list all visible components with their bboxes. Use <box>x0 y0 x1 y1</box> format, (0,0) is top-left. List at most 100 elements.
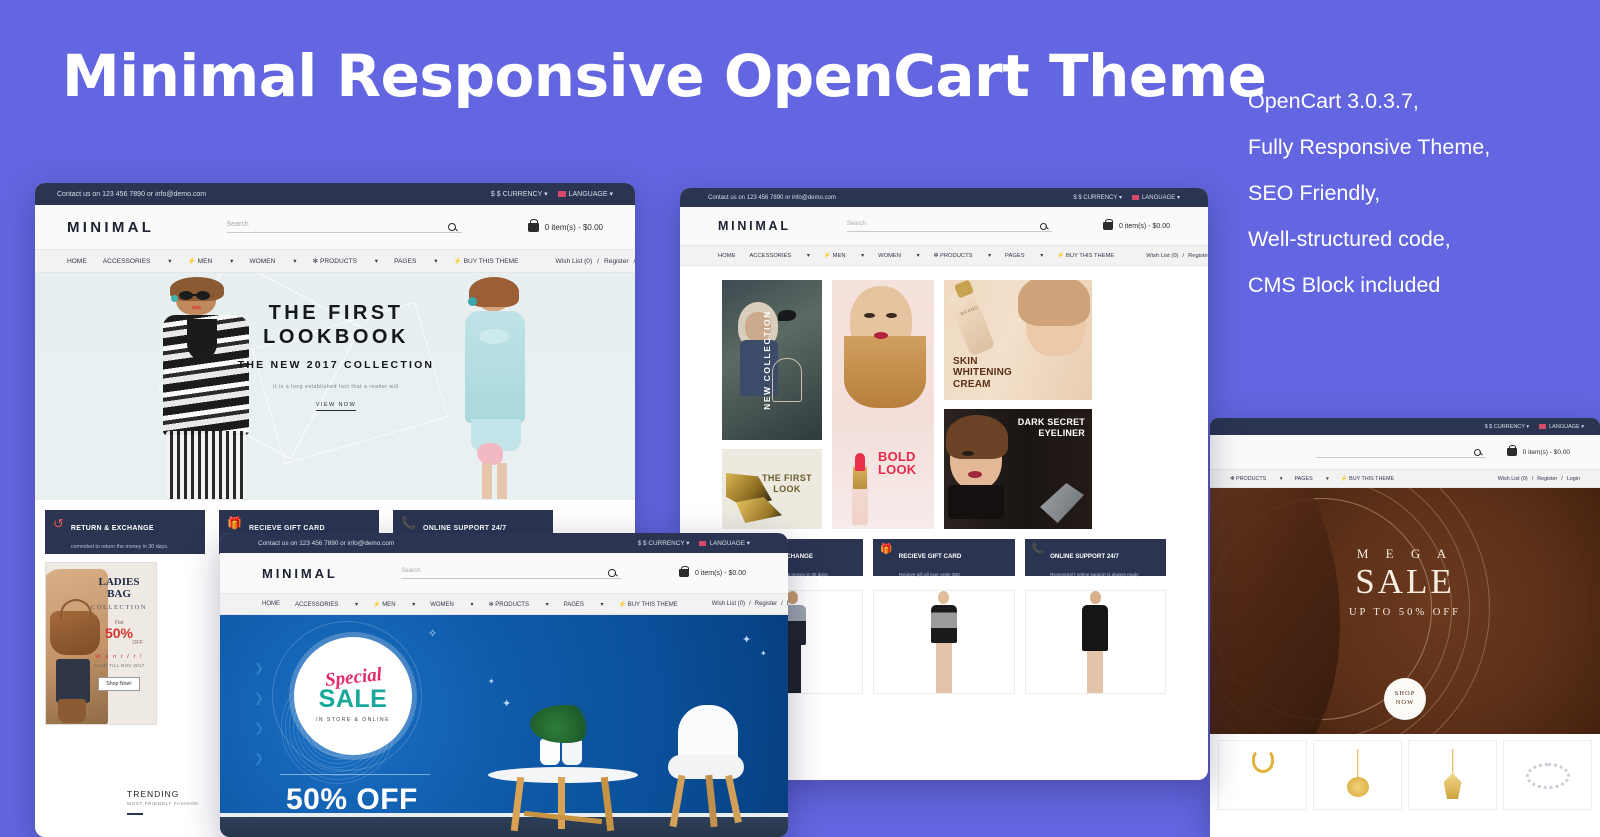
search-form[interactable]: Search <box>401 567 622 579</box>
search-form[interactable] <box>1315 447 1486 458</box>
nav-item-buy-this-theme[interactable]: ⚡ BUY THIS THEME <box>619 601 693 608</box>
shop-now-button[interactable]: SHOP NOW <box>1384 678 1426 720</box>
page-title: Minimal Responsive OpenCart Theme <box>62 42 1267 110</box>
special-sale-badge: Special SALE IN STORE & ONLINE <box>294 637 412 755</box>
shop-now-button[interactable]: Shop Now! <box>98 676 140 691</box>
banner-dark-secret-eyeliner[interactable]: DARK SECRET EYELINER <box>944 409 1092 529</box>
nav-item-products[interactable]: ✻ PRODUCTS ▾ <box>934 253 992 259</box>
nav-item-women[interactable]: WOMEN ▾ <box>249 257 296 265</box>
service-gift-card[interactable]: 🎁 RECIEVE GIFT CARD Recieve gift all ove… <box>873 539 1015 577</box>
hero-text: THE FIRST LOOKBOOK THE NEW 2017 COLLECTI… <box>220 301 452 411</box>
product-tile[interactable] <box>1313 740 1402 810</box>
return-arrow-icon: ↺ <box>53 516 64 531</box>
pendant-icon <box>1443 773 1462 799</box>
product-tile[interactable] <box>873 590 1015 694</box>
wish-list-link[interactable]: Wish List (0) <box>712 601 745 607</box>
nav-item-men[interactable]: ⚡ MEN ▾ <box>188 257 234 265</box>
nav-item-products[interactable]: ✻ PRODUCTS ▾ <box>489 601 549 608</box>
nav-item-products[interactable]: ✻ PRODUCTS ▾ <box>313 257 379 265</box>
currency-selector[interactable]: $ $ CURRENCY ▾ <box>1073 194 1122 201</box>
product-tile[interactable] <box>1024 590 1166 694</box>
separator: / <box>597 257 600 265</box>
product-tile[interactable] <box>1503 740 1592 810</box>
language-selector[interactable]: LANGUAGE ▾ <box>699 539 750 547</box>
search-form[interactable]: Search <box>846 221 1052 232</box>
currency-selector[interactable]: $ $ CURRENCY ▾ <box>638 539 690 547</box>
special-sale-banner[interactable]: ❯ ❯ ❯ ❯ ✧ ✦ ✦ ✦ ✦ Special SALE IN STORE … <box>220 615 788 837</box>
nav-item-buy-this-theme[interactable]: ⚡ BUY THIS THEME <box>1341 476 1406 482</box>
store-logo[interactable]: MINIMAL <box>262 566 338 581</box>
store-logo[interactable]: MINIMAL <box>67 219 154 236</box>
nav-item-home[interactable]: HOME <box>262 601 280 607</box>
register-link[interactable]: Register <box>1537 476 1557 482</box>
product-tile[interactable] <box>1408 740 1497 810</box>
feature-item-2: SEO Friendly, <box>1248 181 1381 205</box>
nav-item-pages[interactable]: PAGES ▾ <box>1294 476 1328 482</box>
hero-lookbook-banner[interactable]: THE FIRST LOOKBOOK THE NEW 2017 COLLECTI… <box>35 273 635 500</box>
nav-item-accessories[interactable]: ACCESSORIES ▾ <box>295 601 358 608</box>
nav-item-women[interactable]: WOMEN ▾ <box>878 253 919 259</box>
nav-item-pages[interactable]: PAGES ▾ <box>394 257 437 265</box>
wish-list-link[interactable]: Wish List (0) <box>556 258 593 265</box>
search-icon[interactable] <box>608 569 616 577</box>
register-link[interactable]: Register <box>1188 253 1208 259</box>
nav-item-buy-this-theme[interactable]: ⚡ BUY THIS THEME <box>1057 253 1128 259</box>
language-selector[interactable]: LANGUAGE ▾ <box>557 190 613 198</box>
service-return-exchange[interactable]: ↺ RETURN & EXCHANGE commited to return t… <box>45 510 205 554</box>
banner-skin-whitening-cream[interactable]: BRAND SKIN WHITENING CREAM <box>944 280 1092 400</box>
search-icon[interactable] <box>447 223 456 231</box>
login-link[interactable]: Login <box>1567 476 1580 482</box>
banner-label: THE FIRST LOOK <box>761 473 813 494</box>
nav-item-men[interactable]: ⚡ MEN ▾ <box>373 601 415 608</box>
currency-selector[interactable]: $ $ CURRENCY ▾ <box>491 190 548 198</box>
mega-sale-banner[interactable]: M E G A SALE UP TO 50% OFF SHOP NOW <box>1210 488 1600 734</box>
nav-item-accessories[interactable]: ACCESSORIES ▾ <box>749 253 809 259</box>
view-now-button[interactable]: VIEW NOW <box>315 402 357 411</box>
search-icon[interactable] <box>1473 448 1481 456</box>
cart-button[interactable]: 0 item(s) - $0.00 <box>527 219 603 232</box>
banner-the-first-look[interactable]: THE FIRST LOOK <box>722 449 822 529</box>
trending-section: TRENDING MOST FRIENDLY FASHION <box>123 775 198 815</box>
cart-button[interactable]: 0 item(s) - $0.00 <box>1506 445 1570 456</box>
search-input[interactable] <box>1315 447 1486 458</box>
service-title: RECIEVE GIFT CARD <box>898 553 962 560</box>
search-icon[interactable] <box>1039 222 1047 230</box>
separator: / <box>781 601 783 607</box>
banner-bold-look[interactable]: BOLD LOOK <box>832 280 934 529</box>
wish-list-link[interactable]: Wish List (0) <box>1146 253 1178 259</box>
register-link[interactable]: Register <box>755 601 777 607</box>
search-input[interactable]: Search <box>846 221 1052 232</box>
mega-sale-line2: SALE <box>1355 562 1455 601</box>
nav-item-home[interactable]: HOME <box>718 253 735 259</box>
sparkle-icon: ✦ <box>742 634 752 646</box>
product-tile[interactable] <box>1218 740 1307 810</box>
nav-item-pages[interactable]: PAGES ▾ <box>564 601 604 608</box>
nav-item-home[interactable]: HOME <box>67 258 87 265</box>
sparkle-icon: ✦ <box>760 649 767 658</box>
service-subtitle: Recieve gift all over order $50 <box>898 572 960 577</box>
search-form[interactable]: Search <box>226 221 462 233</box>
cart-button[interactable]: 0 item(s) - $0.00 <box>1103 219 1170 230</box>
nav-item-buy-this-theme[interactable]: ⚡ BUY THIS THEME <box>454 257 535 265</box>
hero-line1: THE FIRST <box>268 302 404 324</box>
nav-item-men[interactable]: ⚡ MEN ▾ <box>824 253 864 259</box>
currency-selector[interactable]: $ $ CURRENCY ▾ <box>1485 424 1530 430</box>
chevron-right-icon: ❯ <box>254 661 265 675</box>
ladies-bag-promo[interactable]: LADIES BAG COLLECTION Flat 50% OFF W a n… <box>45 562 157 725</box>
cart-button[interactable]: 0 item(s) - $0.00 <box>679 566 746 577</box>
search-input[interactable]: Search <box>401 567 622 579</box>
banner-new-collection[interactable]: NEW COLLECTION <box>722 280 822 440</box>
nav-item-pages[interactable]: PAGES ▾ <box>1005 253 1043 259</box>
wish-list-link[interactable]: Wish List (0) <box>1498 476 1528 482</box>
register-link[interactable]: Register <box>604 258 629 265</box>
language-selector[interactable]: LANGUAGE ▾ <box>1131 194 1180 201</box>
flag-icon <box>1539 423 1547 429</box>
search-input[interactable]: Search <box>226 221 462 233</box>
nav-item-accessories[interactable]: ACCESSORIES ▾ <box>103 257 172 265</box>
language-selector[interactable]: LANGUAGE ▾ <box>1539 424 1584 430</box>
service-online-support[interactable]: 📞 ONLINE SUPPORT 24/7 Recieve24/7 online… <box>1024 539 1166 577</box>
store-logo[interactable]: MINIMAL <box>718 219 791 233</box>
nav-item-women[interactable]: WOMEN ▾ <box>430 601 473 608</box>
nav-item-products[interactable]: ✻ PRODUCTS ▾ <box>1230 476 1282 482</box>
login-link[interactable]: Login <box>787 601 788 607</box>
